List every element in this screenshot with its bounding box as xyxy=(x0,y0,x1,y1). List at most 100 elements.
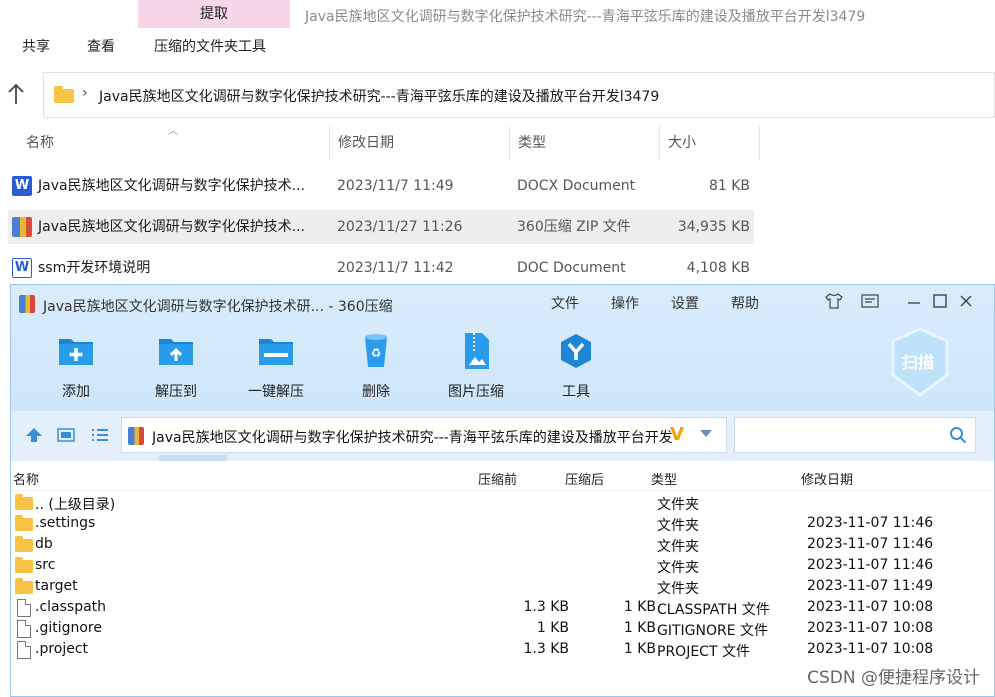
archive-row[interactable]: src 文件夹 2023-11-07 11:46 xyxy=(11,556,994,577)
zip-navigation-bar: Java民族地区文化调研与数字化保护技术研究---青海平弦乐库的建设及播放平台开… xyxy=(11,411,994,461)
entry-size-before: 1 KB xyxy=(536,620,569,636)
extract-to-label: 解压到 xyxy=(155,384,197,400)
column-header-type[interactable]: 类型 xyxy=(510,126,660,160)
column-header-modified[interactable]: 修改日期 xyxy=(801,469,853,488)
menu-help[interactable]: 帮助 xyxy=(731,293,759,313)
file-row[interactable]: W ssm开发环境说明 2023/11/7 11:42 DOC Document… xyxy=(8,251,754,285)
feedback-icon[interactable] xyxy=(860,291,880,311)
address-bar[interactable]: › Java民族地区文化调研与数字化保护技术研究---青海平弦乐库的建设及播放平… xyxy=(43,72,995,118)
entry-date: 2023-11-07 11:46 xyxy=(807,515,934,531)
archive-path: Java民族地区文化调研与数字化保护技术研究---青海平弦乐库的建设及播放平台开… xyxy=(152,430,672,446)
menu-operation[interactable]: 操作 xyxy=(611,293,639,313)
menu-file[interactable]: 文件 xyxy=(551,293,579,313)
entry-size-after: 1 KB xyxy=(623,641,656,657)
column-header-date[interactable]: 修改日期 xyxy=(330,126,510,160)
column-header-size-before[interactable]: 压缩前 xyxy=(478,469,517,488)
file-name: Java民族地区文化调研与数字化保护技术... xyxy=(38,219,305,235)
thumbnail-view-icon[interactable] xyxy=(57,427,75,443)
entry-type: 文件夹 xyxy=(657,497,699,513)
archive-row[interactable]: .. (上级目录) 文件夹 xyxy=(11,493,994,514)
add-button[interactable]: 添加 xyxy=(31,331,121,403)
entry-name: .gitignore xyxy=(35,620,102,636)
archive-row[interactable]: target 文件夹 2023-11-07 11:49 xyxy=(11,577,994,598)
one-click-extract-label: 一键解压 xyxy=(248,384,304,400)
entry-name: .classpath xyxy=(35,599,107,615)
zip-app-icon xyxy=(19,295,35,313)
address-row: › Java民族地区文化调研与数字化保护技术研究---青海平弦乐库的建设及播放平… xyxy=(0,68,995,120)
image-compress-icon xyxy=(465,333,489,369)
entry-name: target xyxy=(35,578,78,594)
zip-archive-window: Java民族地区文化调研与数字化保护技术研... - 360压缩 文件 操作 设… xyxy=(10,284,995,697)
entry-date: 2023-11-07 11:46 xyxy=(807,557,934,573)
skin-shirt-icon[interactable] xyxy=(824,291,844,311)
window-title: Java民族地区文化调研与数字化保护技术研究---青海平弦乐库的建设及播放平台开… xyxy=(305,9,866,25)
chevron-down-icon[interactable] xyxy=(700,430,712,437)
up-level-icon[interactable] xyxy=(25,427,43,443)
address-path: Java民族地区文化调研与数字化保护技术研究---青海平弦乐库的建设及播放平台开… xyxy=(99,89,660,105)
file-row[interactable]: Java民族地区文化调研与数字化保护技术... 2023/11/27 11:26… xyxy=(8,210,754,244)
file-name: ssm开发环境说明 xyxy=(38,260,151,276)
list-view-icon[interactable] xyxy=(91,427,109,443)
archive-row[interactable]: .settings 文件夹 2023-11-07 11:46 xyxy=(11,514,994,535)
zip-toolbar-area: Java民族地区文化调研与数字化保护技术研... - 360压缩 文件 操作 设… xyxy=(11,285,994,411)
ribbon-tab-view[interactable]: 查看 xyxy=(87,36,115,56)
word-icon: W xyxy=(12,176,32,196)
entry-name: .project xyxy=(35,641,89,657)
archive-row[interactable]: .classpath 1.3 KB 1 KB CLASSPATH 文件 2023… xyxy=(11,598,994,619)
archive-row[interactable]: .project 1.3 KB 1 KB PROJECT 文件 2023-11-… xyxy=(11,640,994,661)
ribbon-tab-compressed-folder-tools[interactable]: 压缩的文件夹工具 xyxy=(154,36,266,56)
column-header-name[interactable]: 名称 xyxy=(13,469,39,488)
column-header-size[interactable]: 大小 xyxy=(660,126,760,160)
one-click-extract-icon xyxy=(259,339,293,365)
archive-search-input[interactable] xyxy=(734,417,976,453)
entry-size-after: 1 KB xyxy=(623,599,656,615)
entry-name: .. (上级目录) xyxy=(35,497,116,513)
minimize-icon[interactable] xyxy=(904,291,924,311)
entry-date: 2023-11-07 10:08 xyxy=(807,641,934,657)
add-icon xyxy=(59,339,93,365)
verified-v-icon: V xyxy=(670,424,684,445)
entry-type: 文件夹 xyxy=(657,518,699,534)
column-header-size-after[interactable]: 压缩后 xyxy=(565,469,604,488)
maximize-icon[interactable] xyxy=(930,291,950,311)
search-icon[interactable] xyxy=(949,426,967,444)
file-row[interactable]: W Java民族地区文化调研与数字化保护技术... 2023/11/7 11:4… xyxy=(8,169,754,203)
tools-label: 工具 xyxy=(562,384,590,400)
menu-settings[interactable]: 设置 xyxy=(671,293,699,313)
archive-row[interactable]: db 文件夹 2023-11-07 11:46 xyxy=(11,535,994,556)
file-type: DOC Document xyxy=(517,260,626,276)
file-date: 2023/11/27 11:26 xyxy=(337,219,463,235)
delete-button[interactable]: ♻ 删除 xyxy=(331,331,421,403)
recycle-bin-icon: ♻ xyxy=(365,334,387,367)
file-icon xyxy=(17,641,31,659)
svg-text:♻: ♻ xyxy=(371,346,382,360)
column-header-name[interactable]: 名称 xyxy=(18,126,330,160)
entry-size-before: 1.3 KB xyxy=(523,599,570,615)
file-icon xyxy=(17,620,31,638)
file-size: 4,108 KB xyxy=(686,260,750,276)
up-arrow-icon[interactable] xyxy=(6,82,26,106)
scan-button[interactable]: 扫描 xyxy=(889,327,951,397)
scan-label: 扫描 xyxy=(902,353,935,372)
folder-icon xyxy=(15,494,33,510)
chevron-right-icon[interactable]: › xyxy=(82,85,88,101)
zip-icon xyxy=(12,217,32,237)
entry-name: src xyxy=(35,557,56,573)
archive-path-box[interactable]: Java民族地区文化调研与数字化保护技术研究---青海平弦乐库的建设及播放平台开… xyxy=(121,417,727,453)
file-size: 34,935 KB xyxy=(677,219,750,235)
tools-button[interactable]: 工具 xyxy=(531,331,621,403)
extract-tab[interactable]: 提取 xyxy=(138,0,290,28)
tools-icon xyxy=(561,334,591,368)
entry-type: 文件夹 xyxy=(657,539,699,555)
ribbon-tab-share[interactable]: 共享 xyxy=(22,36,50,56)
file-type: DOCX Document xyxy=(517,178,636,194)
image-compress-button[interactable]: 图片压缩 xyxy=(431,331,521,403)
entry-size-after: 1 KB xyxy=(623,620,656,636)
extract-to-button[interactable]: 解压到 xyxy=(131,331,221,403)
delete-label: 删除 xyxy=(362,384,390,400)
one-click-extract-button[interactable]: 一键解压 xyxy=(231,331,321,403)
add-label: 添加 xyxy=(62,384,90,400)
column-header-type[interactable]: 类型 xyxy=(651,469,677,488)
archive-row[interactable]: .gitignore 1 KB 1 KB GITIGNORE 文件 2023-1… xyxy=(11,619,994,640)
close-icon[interactable] xyxy=(956,291,976,311)
